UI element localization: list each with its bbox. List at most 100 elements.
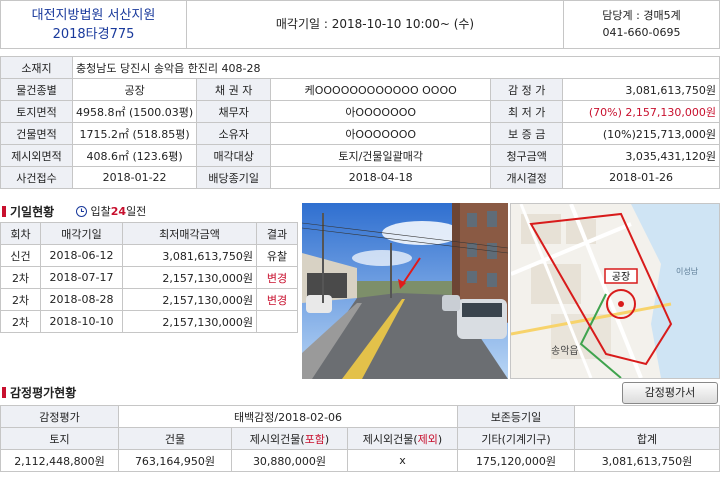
history-table: 회차 매각기일 최저매각금액 결과 신건 2018-06-12 3,081,61… — [0, 222, 298, 333]
info-value: (10%)215,713,000원 — [562, 122, 720, 145]
col-header: 합계 — [574, 427, 720, 450]
sale-date: 2018-08-28 — [40, 288, 123, 311]
info-value: 4958.8㎡ (1500.03평) — [71, 100, 198, 123]
info-value: 아OOOOOOO — [270, 122, 492, 145]
address-value: 충청남도 당진시 송악읍 한진리 408-28 — [72, 56, 720, 79]
address-row: 소재지 충청남도 당진시 송악읍 한진리 408-28 — [0, 56, 720, 79]
info-row: 건물면적 1715.2㎡ (518.85평) 소유자 아OOOOOOO 보 증 … — [0, 122, 720, 145]
info-label: 보 증 금 — [490, 122, 564, 145]
info-label: 청구금액 — [490, 144, 564, 167]
col-header-text: 제시외건물( — [249, 432, 305, 446]
info-label: 채 권 자 — [196, 78, 272, 101]
property-photo[interactable] — [302, 203, 508, 379]
history-header-row: 회차 매각기일 최저매각금액 결과 — [0, 222, 298, 245]
countdown-days: 24 — [110, 205, 127, 218]
appraisal-summary-row: 감정평가 태백감정/2018-02-06 보존등기일 — [0, 405, 720, 428]
info-label: 건물면적 — [0, 122, 73, 145]
address-label: 소재지 — [0, 56, 73, 79]
info-value: 공장 — [71, 78, 198, 101]
map-place-label: 이성남 — [676, 266, 699, 276]
manager-dept: 담당계 : 경매5계 — [602, 9, 681, 22]
col-header: 제시외건물(제외) — [347, 427, 458, 450]
info-value: 2018-04-18 — [270, 166, 492, 189]
register-date-label: 보존등기일 — [457, 405, 575, 428]
col-header-emph: 포함 — [304, 432, 325, 446]
col-header-text: ) — [437, 432, 443, 446]
appraisal-table: 감정평가 태백감정/2018-02-06 보존등기일 토지 건물 제시외건물(포… — [0, 405, 720, 472]
extra-included-value: 30,880,000원 — [231, 449, 348, 472]
info-label: 감 정 가 — [490, 78, 564, 101]
info-label: 채무자 — [196, 100, 272, 123]
info-label: 배당종기일 — [196, 166, 272, 189]
info-value: 3,035,431,120원 — [562, 144, 720, 167]
min-price: 2,157,130,000원 — [122, 288, 257, 311]
countdown-prefix: 입찰 — [90, 205, 111, 218]
info-label: 물건종별 — [0, 78, 73, 101]
min-price: 2,157,130,000원 — [122, 266, 257, 289]
col-header: 결과 — [256, 222, 298, 245]
appraisal-label: 감정평가 — [0, 405, 119, 428]
sale-date: 2018-10-10 — [40, 310, 123, 333]
building-value: 763,164,950원 — [118, 449, 232, 472]
round: 2차 — [0, 310, 41, 333]
section-marker — [2, 206, 6, 217]
round: 2차 — [0, 288, 41, 311]
register-date-value — [574, 405, 720, 428]
map-image: 공장 송악읍 이성남 — [511, 204, 719, 378]
info-value: 3,081,613,750원 — [562, 78, 720, 101]
info-label: 사건접수 — [0, 166, 73, 189]
col-header: 매각기일 — [40, 222, 123, 245]
col-header-text: 제시외건물( — [362, 432, 418, 446]
info-label: 소유자 — [196, 122, 272, 145]
info-label: 개시결정 — [490, 166, 564, 189]
history-section-title: 기일현황 — [2, 203, 54, 220]
auction-header: 대전지방법원 서산지원 2018타경775 매각기일 : 2018-10-10 … — [0, 0, 720, 49]
round: 신건 — [0, 244, 41, 267]
court-name: 대전지방법원 서산지원 — [31, 8, 156, 23]
map-target-label: 공장 — [612, 271, 630, 283]
col-header-emph: 제외 — [417, 432, 438, 446]
appraisal-title: 감정평가현황 — [10, 386, 77, 400]
countdown-suffix: 일전 — [126, 205, 147, 218]
auction-date: 매각기일 : 2018-10-10 10:00~ (수) — [275, 17, 475, 31]
info-row: 토지면적 4958.8㎡ (1500.03평) 채무자 아OOOOOOO 최 저… — [0, 100, 720, 123]
section-marker — [2, 387, 6, 398]
result: 변경 — [256, 288, 298, 311]
total-value: 3,081,613,750원 — [574, 449, 720, 472]
min-price: 3,081,613,750원 — [122, 244, 257, 267]
info-label: 토지면적 — [0, 100, 73, 123]
table-row: 2차 2018-08-28 2,157,130,000원 변경 — [0, 288, 298, 311]
info-row: 물건종별 공장 채 권 자 케OOOOOOOOOOOO OOOO 감 정 가 3… — [0, 78, 720, 101]
appraisal-section-title: 감정평가현황 — [2, 384, 76, 401]
round: 2차 — [0, 266, 41, 289]
appraisal-header-row: 토지 건물 제시외건물(포함) 제시외건물(제외) 기타(기계기구) 합계 — [0, 427, 720, 450]
appraisal-value-row: 2,112,448,800원 763,164,950원 30,880,000원 … — [0, 449, 720, 472]
info-value: 토지/건물일괄매각 — [270, 144, 492, 167]
appraisal-report-button[interactable]: 감정평가서 — [622, 382, 718, 404]
info-label: 최 저 가 — [490, 100, 564, 123]
location-map[interactable]: 공장 송악읍 이성남 — [510, 203, 720, 379]
min-price: 2,157,130,000원 — [122, 310, 257, 333]
result: 변경 — [256, 266, 298, 289]
info-value: 2018-01-22 — [71, 166, 198, 189]
col-header: 건물 — [118, 427, 232, 450]
col-header: 토지 — [0, 427, 119, 450]
info-value: 아OOOOOOO — [270, 100, 492, 123]
bid-countdown: 입찰24일전 — [76, 203, 146, 219]
info-value: 408.6㎡ (123.6평) — [71, 144, 198, 167]
appraisal-agency: 태백감정/2018-02-06 — [118, 405, 458, 428]
machinery-value: 175,120,000원 — [457, 449, 575, 472]
history-title: 기일현황 — [10, 205, 55, 219]
info-value: 케OOOOOOOOOOOO OOOO — [270, 78, 492, 101]
table-row: 신건 2018-06-12 3,081,613,750원 유찰 — [0, 244, 298, 267]
map-place-label: 송악읍 — [551, 345, 579, 357]
table-row: 2차 2018-07-17 2,157,130,000원 변경 — [0, 266, 298, 289]
info-row: 제시외면적 408.6㎡ (123.6평) 매각대상 토지/건물일괄매각 청구금… — [0, 144, 720, 167]
info-value: 2018-01-26 — [562, 166, 720, 189]
col-header: 기타(기계기구) — [457, 427, 575, 450]
court-info: 대전지방법원 서산지원 2018타경775 — [1, 1, 187, 48]
info-label: 제시외면적 — [0, 144, 73, 167]
info-label: 매각대상 — [196, 144, 272, 167]
land-value: 2,112,448,800원 — [0, 449, 119, 472]
col-header-text: ) — [324, 432, 330, 446]
